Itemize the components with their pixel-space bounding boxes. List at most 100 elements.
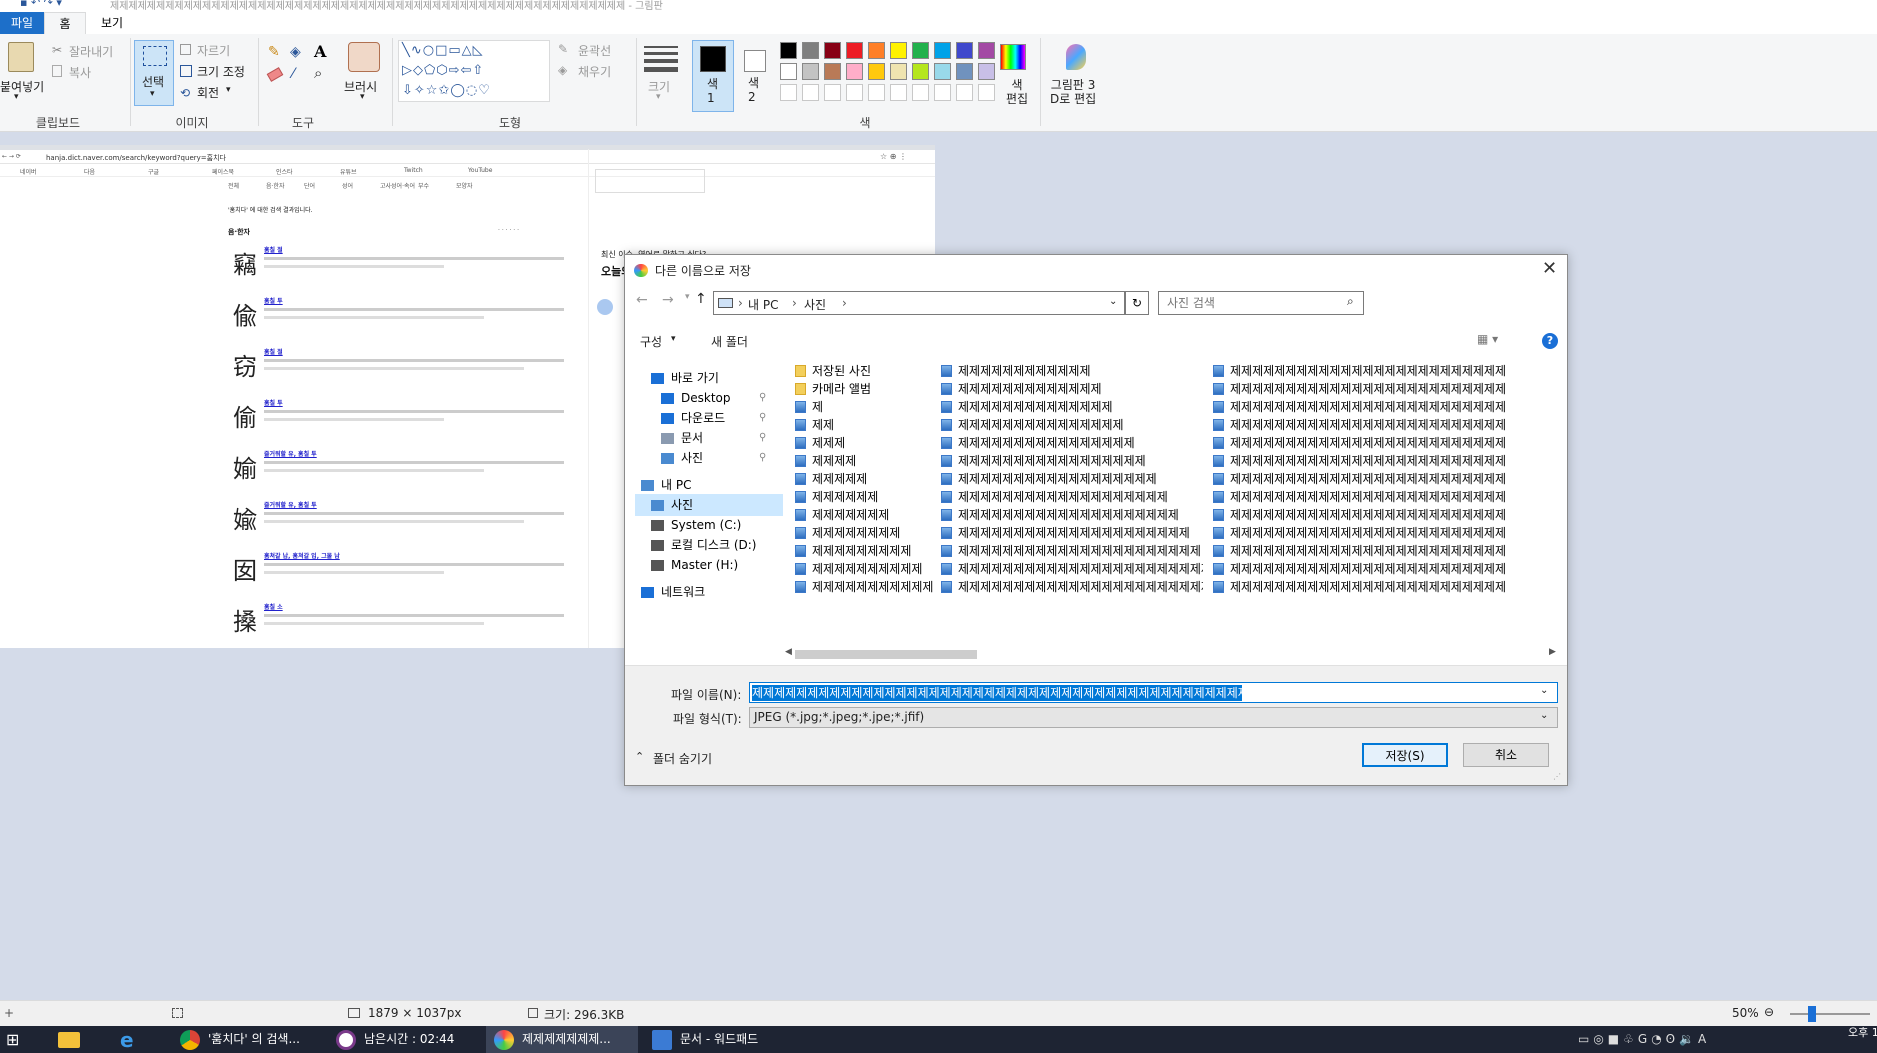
breadcrumb-item[interactable]: 사진 — [804, 296, 826, 313]
chevron-down-icon[interactable]: ▾ — [360, 92, 365, 102]
taskbar-item[interactable]: 제제제제제제제... — [486, 1026, 638, 1053]
tab-view[interactable]: 보기 — [90, 12, 134, 34]
nav-item[interactable]: 문서 ⚲ — [635, 427, 783, 449]
cut-button[interactable]: 잘라내기 — [69, 43, 113, 60]
refresh-button[interactable]: ↻ — [1125, 291, 1149, 315]
palette-swatch[interactable] — [890, 63, 907, 80]
nav-item[interactable]: 내 PC — [635, 474, 783, 496]
nav-item[interactable]: 바로 가기 — [635, 367, 783, 389]
nav-item[interactable]: 다운로드 ⚲ — [635, 407, 783, 429]
nav-item[interactable]: System (C:) — [635, 514, 783, 536]
file-item[interactable]: 제제제제제제제제제제제제제제제제제제제제제제제제제 — [1213, 361, 1561, 381]
file-item[interactable]: 제제제제제제제제제제제제제제 — [941, 397, 1203, 417]
file-item[interactable]: 제제제제제제제제제제제제제제제제제제제제제제제제 — [941, 577, 1203, 597]
quick-access-toolbar[interactable]: ▪ ↶ ↷ ▾ — [20, 0, 62, 9]
palette-swatch[interactable] — [912, 42, 929, 59]
palette-swatch[interactable] — [802, 42, 819, 59]
file-item[interactable]: 제제제제제 — [795, 469, 935, 489]
filename-field[interactable]: 제제제제제제제제제제제제제제제제제제제제제제제제제제제제제제제제제제제제제제제제… — [749, 682, 1558, 703]
palette-swatch[interactable] — [802, 63, 819, 80]
shape-line-icon[interactable]: ╲∿○□▭△◺ — [402, 43, 484, 58]
file-item[interactable]: 제제제제제제제제제제제제제제제제제제제제제제제제제 — [1213, 559, 1561, 579]
file-item[interactable]: 제제 — [795, 415, 935, 435]
resize-grip-icon[interactable]: ⋰ — [1553, 772, 1561, 781]
file-item[interactable]: 제제제제제제제제제제제제제제제제제제제제제제제제제 — [1213, 433, 1561, 453]
palette-swatch[interactable] — [780, 42, 797, 59]
nav-item[interactable]: 네트워크 — [635, 581, 783, 603]
file-item[interactable]: 제제제제제제제제제제제제 — [941, 361, 1203, 381]
close-icon[interactable]: ✕ — [1542, 258, 1557, 279]
color2-button[interactable]: 색 2 — [740, 40, 770, 112]
file-item[interactable]: 제제제제제제제제제제제제제제제제 — [941, 433, 1203, 453]
file-item[interactable]: 제제제제제제제 — [795, 505, 935, 525]
breadcrumb[interactable]: › 내 PC › 사진 › ⌄ — [713, 291, 1125, 315]
palette-swatch[interactable] — [978, 63, 995, 80]
file-item[interactable]: 제제제제제제제제제제제제제제제제제제제제제제제제제 — [1213, 577, 1561, 597]
palette-swatch[interactable] — [780, 63, 797, 80]
paste-icon[interactable] — [8, 42, 34, 72]
fill-bucket-icon[interactable]: ◈ — [290, 44, 301, 60]
file-item[interactable]: 제제제제제제제제제제제제제제제제제제제제제제제제제 — [1213, 415, 1561, 435]
chevron-down-icon[interactable]: ▾ — [226, 85, 231, 95]
horizontal-scrollbar[interactable]: ◀ ▶ — [785, 647, 1561, 661]
palette-swatch[interactable] — [912, 63, 929, 80]
text-icon[interactable]: A — [314, 42, 326, 61]
copy-button[interactable]: 복사 — [69, 64, 91, 81]
shape-star-icon[interactable]: ⇩✧☆✩◯◌♡ — [402, 83, 491, 98]
file-item[interactable]: 제제제제제제제제제제제제제제제제제제제제제제제제제 — [1213, 379, 1561, 399]
brush-icon[interactable] — [348, 42, 380, 72]
zoom-slider-thumb[interactable] — [1808, 1006, 1816, 1022]
file-item[interactable]: 제제제 — [795, 433, 935, 453]
organize-button[interactable]: 구성 — [640, 333, 662, 350]
palette-swatch-empty[interactable] — [846, 84, 863, 101]
file-item[interactable]: 제제제제제제제제제제제제제제제제제제제제제제제제제 — [1213, 451, 1561, 471]
view-options-icon[interactable]: ▦ ▾ — [1477, 332, 1498, 346]
palette-swatch-empty[interactable] — [912, 84, 929, 101]
scroll-right-icon[interactable]: ▶ — [1549, 647, 1556, 657]
tab-home[interactable]: 홈 — [44, 12, 86, 34]
paint3d-button[interactable]: 그림판 3 D로 편집 — [1050, 78, 1096, 106]
taskbar-item[interactable]: 남은시간 : 02:44 — [328, 1026, 480, 1053]
file-item[interactable]: 제제제제제제제제제제제 — [795, 577, 935, 597]
save-button[interactable]: 저장(S) — [1362, 743, 1448, 767]
palette-swatch[interactable] — [890, 42, 907, 59]
palette-swatch-empty[interactable] — [824, 84, 841, 101]
file-item[interactable]: 제제제제제제제제제제제제제제제제제제 — [941, 469, 1203, 489]
file-item[interactable]: 제제제제제제제제제제제제제제제제제제제제제제제 — [941, 559, 1203, 579]
nav-item[interactable]: 사진 — [635, 494, 783, 516]
crop-button[interactable]: 자르기 — [197, 42, 230, 59]
start-icon[interactable]: ⊞ — [6, 1030, 19, 1049]
file-item[interactable]: 저장된 사진 — [795, 361, 935, 381]
chevron-down-icon[interactable]: ⌄ — [1540, 685, 1548, 696]
paste-button[interactable]: 붙여넣기 — [0, 78, 44, 95]
palette-swatch-empty[interactable] — [934, 84, 951, 101]
nav-item[interactable]: 사진 ⚲ — [635, 447, 783, 469]
palette-swatch[interactable] — [868, 42, 885, 59]
palette-swatch[interactable] — [824, 42, 841, 59]
file-item[interactable]: 제제제제제제제제제제제제제제제제제제제제제제제제제 — [1213, 397, 1561, 417]
palette-swatch-empty[interactable] — [978, 84, 995, 101]
file-item[interactable]: 제제제제제제제제제제제제제제제 — [941, 415, 1203, 435]
edge-icon[interactable]: e — [120, 1028, 134, 1052]
file-item[interactable]: 제제제제제제제제제제제제제제제제제제제제제제제제제 — [1213, 541, 1561, 561]
file-item[interactable]: 제제제제제제제제제제제제제제제제제제제제제제제제제 — [1213, 487, 1561, 507]
file-item[interactable]: 제제제제제제제제제제제제제 — [941, 379, 1203, 399]
file-item[interactable]: 제제제제제제제제제제제제제제제제제제제제제제제제제 — [1213, 505, 1561, 525]
palette-swatch-empty[interactable] — [868, 84, 885, 101]
select-button[interactable]: 선택 ▾ — [134, 40, 174, 106]
magnifier-icon[interactable]: ⌕ — [314, 64, 322, 82]
new-folder-button[interactable]: 새 폴더 — [711, 333, 748, 350]
recent-dropdown-icon[interactable]: ▾ — [685, 292, 690, 302]
help-icon[interactable]: ? — [1542, 333, 1558, 349]
color-picker-icon[interactable]: ⁄ — [292, 66, 294, 82]
color-edit-icon[interactable] — [1000, 44, 1026, 70]
shapes-gallery[interactable]: ╲∿○□▭△◺ ▷◇⬠⬡⇨⇦⇧ ⇩✧☆✩◯◌♡ — [398, 40, 550, 102]
nav-item[interactable]: Master (H:) — [635, 554, 783, 576]
file-item[interactable]: 제제제제 — [795, 451, 935, 471]
nav-item[interactable]: 로컬 디스크 (D:) — [635, 534, 783, 556]
file-item[interactable]: 제제제제제제 — [795, 487, 935, 507]
palette-swatch[interactable] — [868, 63, 885, 80]
search-input[interactable] — [1158, 291, 1364, 315]
file-item[interactable]: 제 — [795, 397, 935, 417]
zoom-slider[interactable] — [1790, 1006, 1870, 1022]
